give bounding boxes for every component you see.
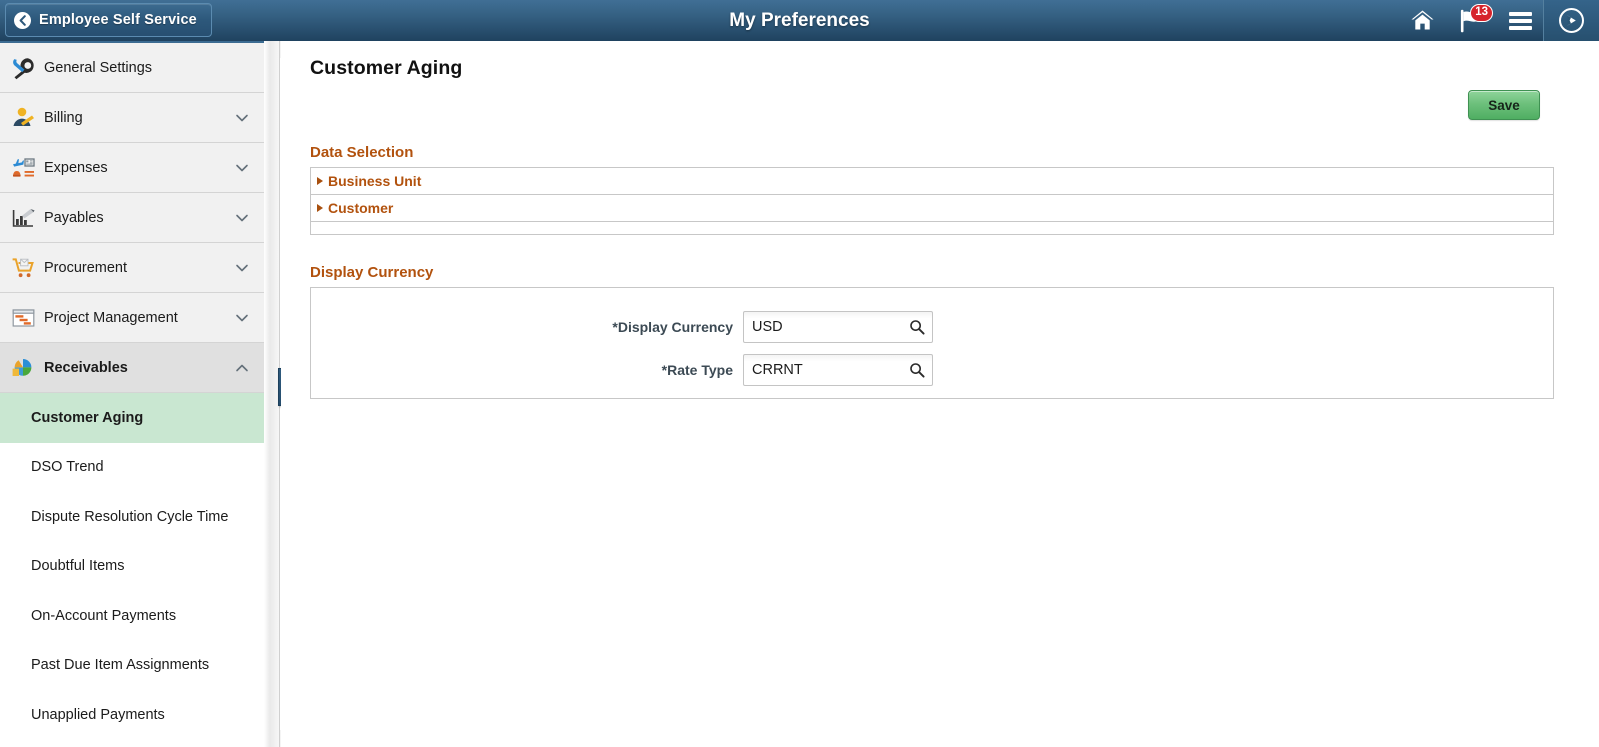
- sidebar-item-procurement[interactable]: Procurement: [0, 243, 264, 293]
- hamburger-lines: [1509, 9, 1532, 33]
- collapsible-customer[interactable]: Customer: [311, 195, 1553, 222]
- triangle-right-icon: [317, 177, 323, 185]
- sidebar-item-project-management[interactable]: Project Management: [0, 293, 264, 343]
- sidebar-item-label: Receivables: [44, 360, 234, 376]
- data-selection-panel: Business Unit Customer: [310, 167, 1554, 235]
- receivables-pie-icon: [8, 354, 38, 382]
- sidebar-subitem-label: Past Due Item Assignments: [31, 657, 209, 673]
- sidebar-item-payables[interactable]: Payables: [0, 193, 264, 243]
- search-lookup-icon[interactable]: [909, 319, 925, 335]
- sidebar-item-receivables[interactable]: Receivables: [0, 343, 264, 393]
- display-currency-value: USD: [752, 319, 783, 335]
- home-icon[interactable]: [1399, 0, 1445, 41]
- actions-menu-icon[interactable]: [1497, 0, 1543, 41]
- display-currency-section-title: Display Currency: [310, 264, 433, 281]
- save-button[interactable]: Save: [1468, 90, 1540, 120]
- display-currency-panel: *Display Currency USD *Rate Type CRRNT: [310, 287, 1554, 399]
- display-currency-label: *Display Currency: [311, 319, 743, 335]
- gantt-chart-icon: [8, 304, 38, 332]
- header-icon-group: 13: [1399, 0, 1599, 41]
- payables-chart-icon: [8, 204, 38, 232]
- sidebar-subitem-on-account-payments[interactable]: On-Account Payments: [0, 591, 264, 641]
- left-navigation-sidebar: General Settings Billing: [0, 41, 264, 747]
- main-content-area: Customer Aging Save Data Selection Busin…: [281, 41, 1599, 747]
- data-selection-section-title: Data Selection: [310, 144, 413, 161]
- panel-bottom-spacer: [311, 222, 1553, 234]
- sidebar-subitem-label: Dispute Resolution Cycle Time: [31, 509, 228, 525]
- sidebar-item-billing[interactable]: Billing: [0, 93, 264, 143]
- sidebar-subitem-dso-trend[interactable]: DSO Trend: [0, 443, 264, 493]
- page-title: Customer Aging: [310, 57, 462, 80]
- sidebar-subitem-unapplied-payments[interactable]: Unapplied Payments: [0, 690, 264, 740]
- collapsible-business-unit[interactable]: Business Unit: [311, 168, 1553, 195]
- navigator-compass-icon[interactable]: [1543, 0, 1599, 41]
- sidebar-subitem-label: DSO Trend: [31, 459, 104, 475]
- chevron-down-icon: [234, 160, 250, 176]
- sidebar-subitem-doubtful-items[interactable]: Doubtful Items: [0, 542, 264, 592]
- display-currency-field-row: *Display Currency USD: [311, 311, 951, 343]
- sidebar-item-label: Payables: [44, 210, 234, 226]
- sidebar-item-label: Billing: [44, 110, 234, 126]
- collapsible-label: Customer: [328, 200, 393, 216]
- wrench-gear-icon: [8, 54, 38, 82]
- sidebar-item-general-settings[interactable]: General Settings: [0, 43, 264, 93]
- chevron-left-icon: [14, 12, 31, 29]
- sidebar-subitem-dispute-resolution-cycle-time[interactable]: Dispute Resolution Cycle Time: [0, 492, 264, 542]
- search-lookup-icon[interactable]: [909, 362, 925, 378]
- shopping-cart-icon: [8, 254, 38, 282]
- sidebar-subitem-label: On-Account Payments: [31, 608, 176, 624]
- sidebar-item-label: General Settings: [44, 60, 250, 76]
- chevron-down-icon: [234, 310, 250, 326]
- rate-type-label: *Rate Type: [311, 362, 743, 378]
- chevron-down-icon: [234, 110, 250, 126]
- sidebar-subitem-past-due-item-assignments[interactable]: Past Due Item Assignments: [0, 641, 264, 691]
- page-header-title: My Preferences: [0, 0, 1599, 41]
- back-button-label: Employee Self Service: [39, 12, 197, 28]
- chevron-down-icon: [234, 260, 250, 276]
- collapsible-label: Business Unit: [328, 173, 421, 189]
- sidebar-subitem-label: Doubtful Items: [31, 558, 125, 574]
- chevron-down-icon: [234, 210, 250, 226]
- rate-type-field-row: *Rate Type CRRNT: [311, 354, 951, 386]
- back-to-homepage-button[interactable]: Employee Self Service: [5, 3, 212, 37]
- sidebar-item-label: Expenses: [44, 160, 234, 176]
- sidebar-subitem-customer-aging[interactable]: Customer Aging: [0, 393, 264, 443]
- sidebar-item-label: Project Management: [44, 310, 234, 326]
- billing-person-icon: [8, 104, 38, 132]
- sidebar-item-label: Procurement: [44, 260, 234, 276]
- notification-count-badge: 13: [1470, 4, 1493, 22]
- display-currency-input[interactable]: USD: [743, 311, 933, 343]
- notifications-flag-icon[interactable]: 13: [1445, 0, 1497, 41]
- sidebar-item-expenses[interactable]: Expenses: [0, 143, 264, 193]
- rate-type-input[interactable]: CRRNT: [743, 354, 933, 386]
- sidebar-subitem-label: Unapplied Payments: [31, 707, 165, 723]
- rate-type-value: CRRNT: [752, 362, 803, 378]
- chevron-up-icon: [234, 360, 250, 376]
- sidebar-subitem-label: Customer Aging: [31, 410, 143, 426]
- top-header-bar: Employee Self Service My Preferences 13: [0, 0, 1599, 41]
- expenses-travel-icon: [8, 154, 38, 182]
- triangle-right-icon: [317, 204, 323, 212]
